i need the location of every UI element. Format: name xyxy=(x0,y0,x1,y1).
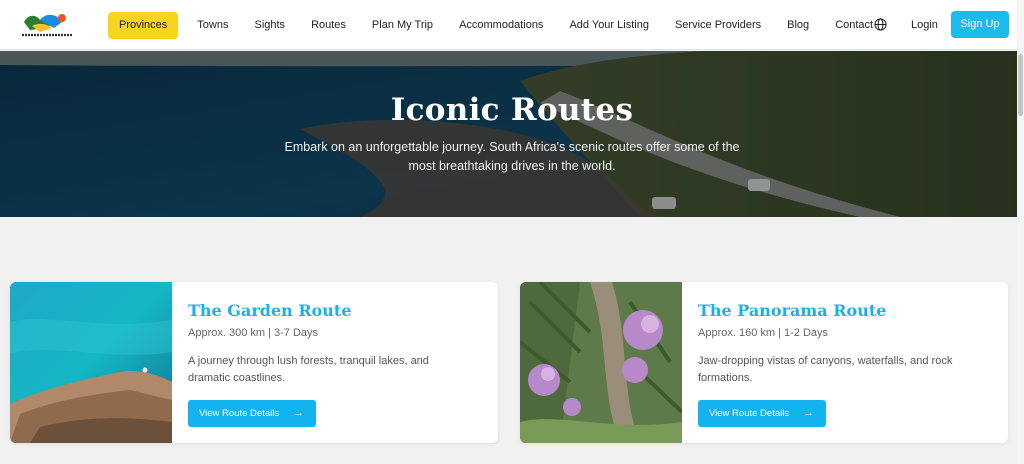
hero-subtitle: Embark on an unforgettable journey. Sout… xyxy=(284,140,740,173)
route-description: A journey through lush forests, tranquil… xyxy=(188,355,429,384)
route-meta: Approx. 300 km | 3-7 Days xyxy=(188,327,319,339)
view-route-details-button[interactable]: View Route Details → xyxy=(188,400,316,427)
route-description: Jaw-dropping vistas of canyons, waterfal… xyxy=(698,355,953,384)
nav-item-service-providers[interactable]: Service Providers xyxy=(665,12,771,39)
nav-item-towns[interactable]: Towns xyxy=(187,12,238,39)
nav-item-accommodations[interactable]: Accommodations xyxy=(449,12,553,39)
route-title[interactable]: The Panorama Route xyxy=(698,301,886,320)
button-label: View Route Details xyxy=(199,408,280,419)
nav-item-plan-my-trip[interactable]: Plan My Trip xyxy=(362,12,443,39)
main-menu: Provinces Towns Sights Routes Plan My Tr… xyxy=(108,11,889,39)
scrollbar-thumb[interactable] xyxy=(1018,54,1023,116)
route-card-panorama: The Panorama Route Approx. 160 km | 1-2 … xyxy=(520,282,1008,443)
view-route-details-button[interactable]: View Route Details → xyxy=(698,400,826,427)
route-meta: Approx. 160 km | 1-2 Days xyxy=(698,327,829,339)
nav-item-blog[interactable]: Blog xyxy=(777,12,819,39)
nav-item-routes[interactable]: Routes xyxy=(301,12,356,39)
signup-button[interactable]: Sign Up xyxy=(951,11,1009,38)
nav-item-provinces[interactable]: Provinces xyxy=(108,11,179,39)
hero-title: Iconic Routes xyxy=(390,92,634,128)
arrow-right-icon: → xyxy=(293,407,304,419)
hero-background-image xyxy=(0,51,1024,217)
hero-banner: Iconic Routes Embark on an unforgettable… xyxy=(0,51,1024,217)
button-label: View Route Details xyxy=(709,408,790,419)
top-navbar: Provinces Towns Sights Routes Plan My Tr… xyxy=(0,0,1024,50)
login-link[interactable]: Login xyxy=(911,11,938,39)
route-title[interactable]: The Garden Route xyxy=(188,301,352,320)
arrow-right-icon: → xyxy=(803,407,814,419)
globe-icon[interactable] xyxy=(874,18,887,31)
site-logo[interactable] xyxy=(18,8,76,42)
panorama-route-image xyxy=(520,282,682,443)
nav-item-add-your-listing[interactable]: Add Your Listing xyxy=(559,12,659,39)
garden-route-image xyxy=(10,282,172,443)
route-card-garden: The Garden Route Approx. 300 km | 3-7 Da… xyxy=(10,282,498,443)
nav-item-sights[interactable]: Sights xyxy=(244,12,295,39)
page-scrollbar[interactable] xyxy=(1017,0,1024,464)
